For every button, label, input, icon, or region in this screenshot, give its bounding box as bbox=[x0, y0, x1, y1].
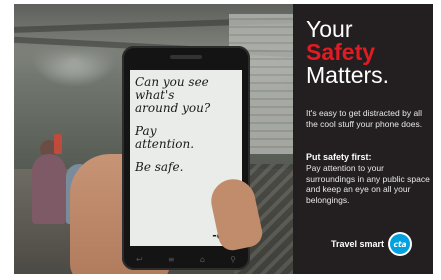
platform-photo: Can you see what's around you? Pay atten… bbox=[14, 4, 293, 274]
footer: Travel smart cta bbox=[331, 232, 431, 256]
cta-logo: cta bbox=[388, 232, 413, 256]
headline-line: Your bbox=[306, 16, 353, 42]
message-panel: Your Safety Matters. It's easy to get di… bbox=[293, 4, 433, 274]
cta-logo-text: cta bbox=[390, 234, 411, 254]
search-key-icon: ⚲ bbox=[230, 254, 236, 264]
tip-body: Pay attention to your surroundings in an… bbox=[306, 163, 430, 205]
bystander-bag bbox=[54, 134, 62, 154]
slogan: Travel smart bbox=[331, 239, 385, 249]
screen-line: around you? bbox=[135, 101, 211, 115]
headline: Your Safety Matters. bbox=[306, 18, 430, 87]
screen-line: attention. bbox=[135, 137, 195, 151]
screen-line: Be safe. bbox=[135, 160, 184, 174]
phone-earpiece bbox=[170, 55, 202, 59]
headline-line: Matters. bbox=[306, 62, 390, 88]
menu-key-icon: ≡ bbox=[167, 254, 175, 264]
safety-poster: Can you see what's around you? Pay atten… bbox=[0, 0, 441, 280]
bystander bbox=[32, 154, 66, 224]
phone-softkeys: ↩ ≡ ⌂ ⚲ bbox=[136, 254, 236, 264]
intro-text: It's easy to get distracted by all the c… bbox=[306, 108, 423, 129]
back-key-icon: ↩ bbox=[136, 254, 143, 264]
home-key-icon: ⌂ bbox=[199, 254, 205, 264]
headline-accent: Safety bbox=[306, 39, 376, 65]
tip-title: Put safety first: bbox=[306, 152, 372, 162]
